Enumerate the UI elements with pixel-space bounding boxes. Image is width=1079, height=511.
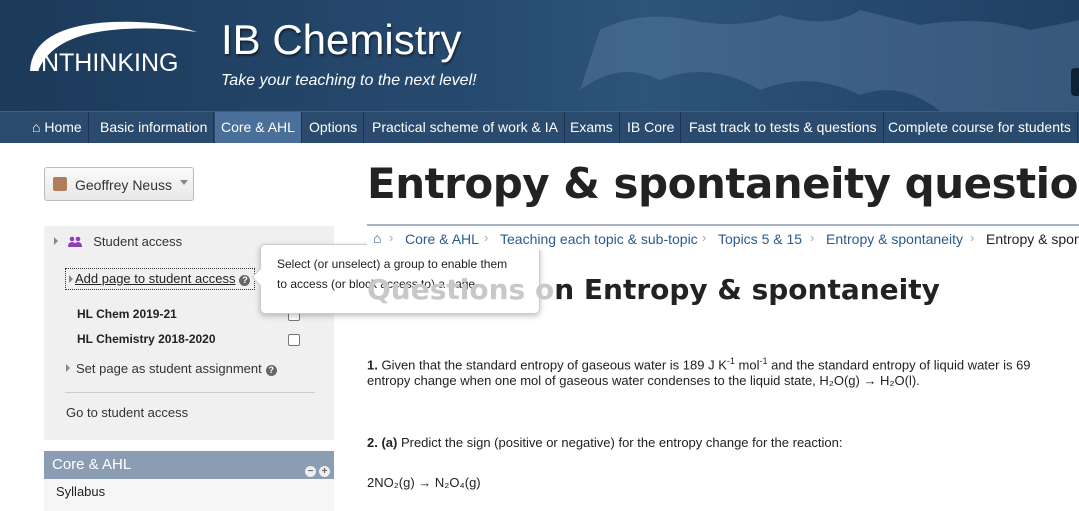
avatar [53,177,67,191]
add-page-label: Add page to student access [75,271,236,286]
home-icon: ⌂ [32,119,41,135]
chevron-right-icon: › [702,230,707,245]
nav-exams[interactable]: Exams [564,112,620,143]
panel-title: Core & AHL [52,456,132,473]
question-2a: 2. (a) Predict the sign (positive or neg… [367,433,842,453]
breadcrumb-link[interactable]: Topics 5 & 15 [718,231,802,247]
core-ahl-panel-header[interactable]: Core & AHL − + [44,451,334,479]
logo-text: INTHINKING [34,49,179,77]
panel-item-syllabus[interactable]: Syllabus [56,484,105,499]
reaction-equation: 2NO₂(g) → N₂O₄(g) [367,475,481,490]
nav-home[interactable]: ⌂ Home [26,112,89,143]
main-nav: ⌂ Home Basic information Core & AHL Opti… [0,111,1079,143]
world-map-background [580,10,1079,111]
divider [65,392,315,393]
chevron-right-icon: › [810,230,815,245]
triangle-right-icon [54,237,58,245]
breadcrumb-current: Entropy & spon [986,231,1079,247]
tooltip-line: Select (or unselect) a group to enable t… [277,257,508,271]
chevron-right-icon: › [484,230,489,245]
go-to-student-access[interactable]: Go to student access [66,405,188,420]
page-title: Entropy & spontaneity questions [367,159,1079,208]
help-icon[interactable]: ? [239,275,251,286]
nav-practical-scheme[interactable]: Practical scheme of work & IA [366,112,565,143]
student-access-toggle[interactable]: Student access [54,234,182,249]
section-heading: Questions on Entropy & spontaneity [367,273,940,306]
user-name: Geoffrey Neuss [75,177,173,193]
collapse-icon[interactable]: − [305,466,316,477]
expand-icon[interactable]: + [319,466,330,477]
triangle-right-icon [69,275,73,283]
nav-basic-information[interactable]: Basic information [94,112,215,143]
nav-ib-core[interactable]: IB Core [621,112,682,143]
nav-options[interactable]: Options [303,112,365,143]
group-label: HL Chemistry 2018-2020 [77,332,216,346]
home-icon[interactable]: ⌂ [373,230,381,246]
section-heading-text: n Entropy & spontaneity [554,273,940,306]
chevron-right-icon: › [389,230,394,245]
triangle-right-icon [66,364,70,372]
question-1-line-2: entropy change when one mol of gaseous w… [367,373,920,388]
site-banner: INTHINKING IB Chemistry Take your teachi… [0,0,1079,111]
student-access-heading: Student access [93,234,183,249]
nav-core-ahl[interactable]: Core & AHL [215,112,302,143]
group-icon [67,236,82,247]
add-page-to-student-access[interactable]: Add page to student access? [65,268,255,290]
group-checkbox[interactable] [288,334,300,346]
nav-fast-track[interactable]: Fast track to tests & questions [683,112,884,143]
set-page-as-assignment[interactable]: Set page as student assignment? [66,361,277,376]
core-ahl-panel-body: Syllabus [44,479,334,511]
section-heading-faded: Questions o [367,273,555,306]
breadcrumb-link[interactable]: Core & AHL [405,231,479,247]
breadcrumb: ⌂ › Core & AHL › Teaching each topic & s… [367,224,1079,250]
site-tagline: Take your teaching to the next level! [221,72,477,89]
breadcrumb-link[interactable]: Entropy & spontaneity [826,231,963,247]
group-label: HL Chem 2019-21 [77,307,177,321]
chevron-right-icon: › [970,230,975,245]
banner-side-tab[interactable] [1071,68,1079,96]
site-title: IB Chemistry [221,16,462,63]
set-assignment-label: Set page as student assignment [76,361,262,376]
breadcrumb-link[interactable]: Teaching each topic & sub-topic [500,231,698,247]
inthinking-logo[interactable]: INTHINKING [22,16,202,86]
question-text: Predict the sign (positive or negative) … [397,435,843,450]
help-icon[interactable]: ? [265,365,277,376]
user-menu-button[interactable]: Geoffrey Neuss [44,167,194,201]
nav-complete-course[interactable]: Complete course for students [882,112,1078,143]
question-number: 2. (a) [367,435,398,450]
chevron-down-icon [180,180,188,185]
nav-label: Home [44,119,82,135]
